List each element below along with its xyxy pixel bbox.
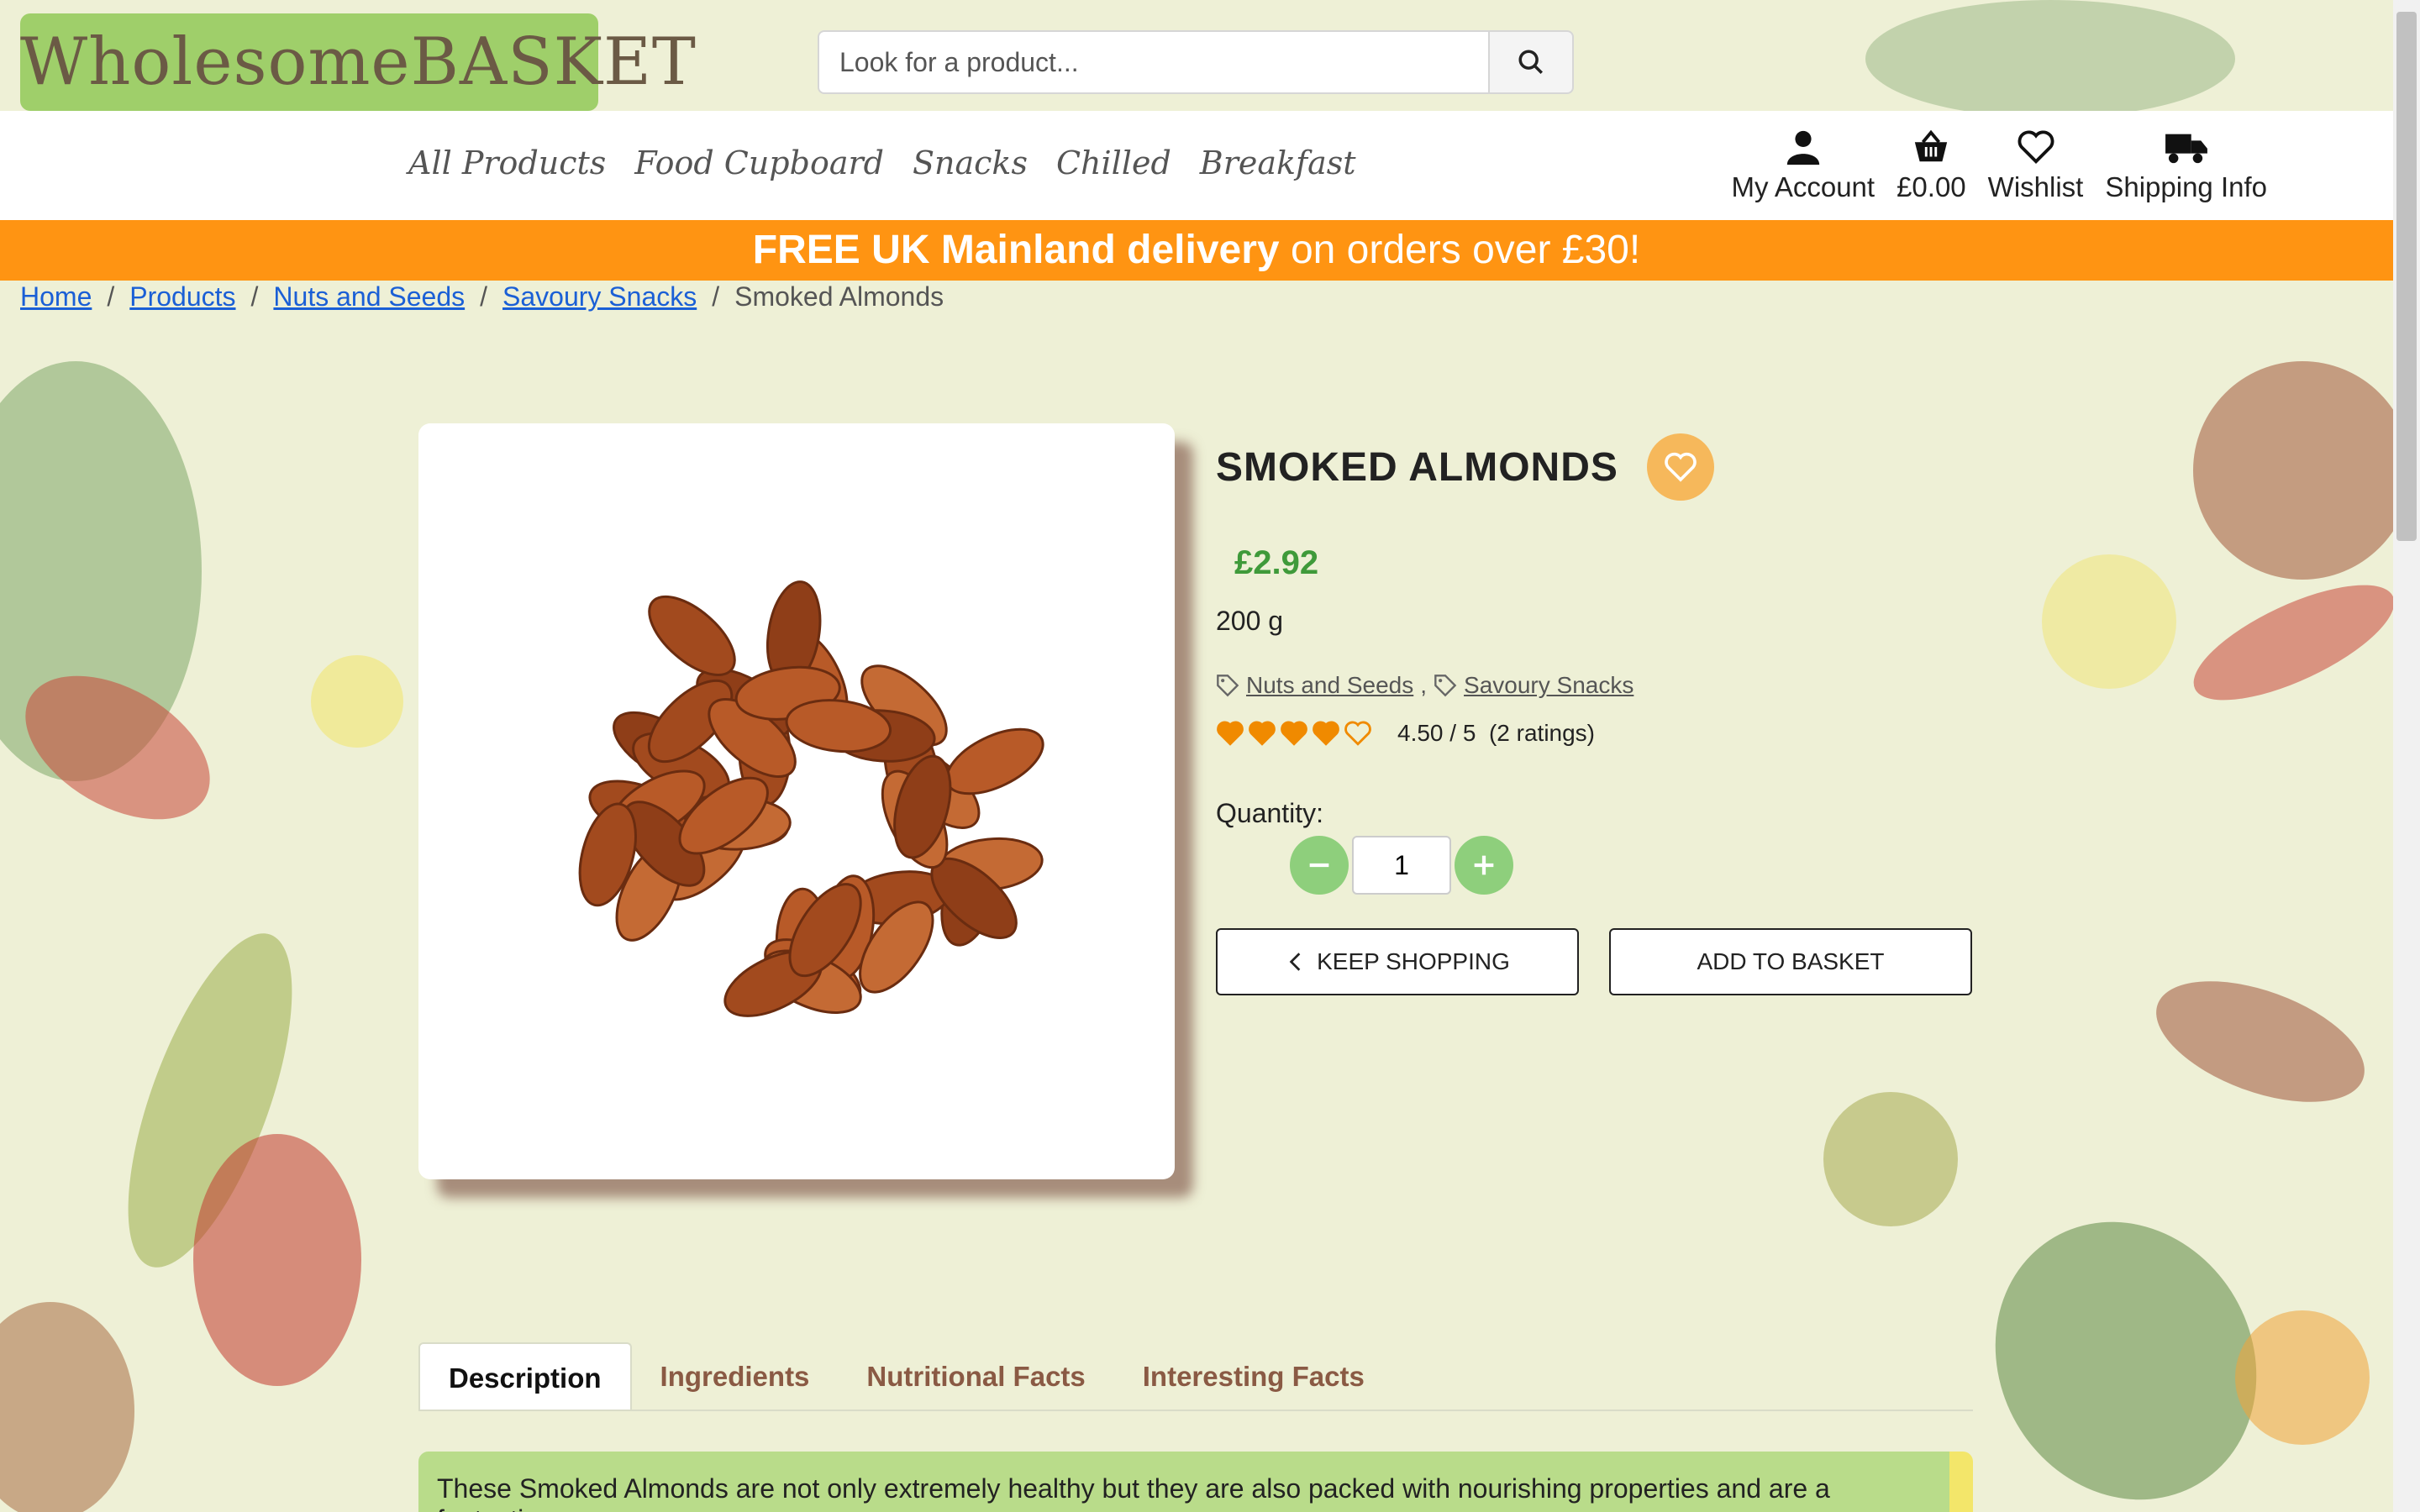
quantity-stepper (1290, 836, 1972, 895)
breadcrumb-products[interactable]: Products (129, 281, 235, 312)
breadcrumb: Home / Products / Nuts and Seeds / Savoury … (20, 281, 944, 312)
my-account-link[interactable]: My Account (1731, 128, 1876, 203)
nav-snacks[interactable]: Snacks (913, 144, 1028, 181)
add-to-basket-label: ADD TO BASKET (1697, 948, 1885, 974)
description-panel: These Smoked Almonds are not only extrem… (418, 1452, 1973, 1512)
promo-highlight: FREE UK Mainland delivery (752, 228, 1280, 272)
product-tags: Nuts and Seeds, Savoury Snacks (1216, 672, 1972, 699)
keep-shopping-button[interactable]: KEEP SHOPPING (1216, 928, 1579, 995)
breadcrumb-sep: / (107, 281, 115, 312)
wishlist-link[interactable]: Wishlist (1987, 128, 2084, 203)
product-title: SMOKED ALMONDS (1216, 444, 1618, 490)
product-size: 200 g (1216, 606, 1284, 636)
heart-filled-icon (1217, 721, 1244, 746)
basket-icon (1915, 129, 1948, 162)
heart-filled-icon (1249, 721, 1276, 746)
tag-icon (1217, 675, 1239, 697)
tab-interesting-facts[interactable]: Interesting Facts (1114, 1342, 1393, 1410)
page-scrollbar[interactable] (2393, 0, 2420, 1512)
breadcrumb-sep: / (250, 281, 259, 312)
promo-banner: FREE UK Mainland delivery on orders over… (0, 220, 2393, 281)
shipping-info-link[interactable]: Shipping Info (2105, 128, 2267, 203)
heart-outline-icon (1344, 721, 1371, 746)
almonds-image (578, 580, 1044, 1017)
shipping-info-label: Shipping Info (2105, 171, 2267, 202)
site-logo[interactable]: WholesomeBASKET (20, 13, 696, 111)
tab-description[interactable]: Description (418, 1342, 632, 1410)
product-tabs: Description Ingredients Nutritional Fact… (418, 1342, 1973, 1411)
tag-separator: , (1420, 672, 1428, 698)
nav-chilled[interactable]: Chilled (1056, 144, 1171, 181)
breadcrumb-savoury-snacks[interactable]: Savoury Snacks (502, 281, 697, 312)
rating-count: (2 ratings) (1488, 720, 1596, 746)
nav-actions: My Account £0.00 Wishlist Shipping Info (1731, 128, 2267, 203)
user-icon (1786, 130, 1819, 165)
wishlist-label: Wishlist (1987, 171, 2084, 202)
heart-filled-icon (1281, 721, 1307, 746)
heart-icon (2018, 130, 2054, 164)
rating-value: 4.50 / 5 (1397, 720, 1476, 746)
quantity-label: Quantity: (1216, 798, 1324, 828)
chevron-left-icon (1289, 953, 1301, 971)
tab-ingredients[interactable]: Ingredients (632, 1342, 839, 1410)
tab-nutritional-facts[interactable]: Nutritional Facts (838, 1342, 1113, 1410)
scrollbar-thumb[interactable] (2396, 12, 2417, 541)
product-info: SMOKED ALMONDS £2.92 200 g Nuts and Seed… (1216, 433, 1972, 995)
rating-hearts (1216, 719, 1372, 748)
search-input[interactable] (818, 30, 1490, 94)
truck-icon (2165, 134, 2207, 164)
minus-icon (1309, 863, 1329, 868)
add-to-wishlist-button[interactable] (1646, 433, 1714, 501)
breadcrumb-home[interactable]: Home (20, 281, 92, 312)
search-button[interactable] (1490, 30, 1574, 94)
breadcrumb-nuts-and-seeds[interactable]: Nuts and Seeds (273, 281, 465, 312)
heart-filled-icon (1313, 721, 1339, 746)
tag-nuts-and-seeds[interactable]: Nuts and Seeds (1246, 672, 1413, 699)
nav-all-products[interactable]: All Products (408, 144, 606, 181)
promo-text: on orders over £30! (1279, 228, 1641, 272)
product-price: £2.92 (1234, 544, 1319, 581)
nav-breakfast[interactable]: Breakfast (1200, 144, 1356, 181)
decrease-quantity-button[interactable] (1290, 836, 1349, 895)
quantity-input[interactable] (1352, 836, 1451, 895)
breadcrumb-sep: / (480, 281, 488, 312)
my-account-label: My Account (1731, 171, 1876, 202)
increase-quantity-button[interactable] (1455, 836, 1513, 895)
search-icon (1518, 50, 1544, 75)
tag-icon (1434, 675, 1457, 697)
add-to-basket-button[interactable]: ADD TO BASKET (1609, 928, 1972, 995)
product-rating: 4.50 / 5 (2 ratings) (1216, 719, 1972, 748)
tag-savoury-snacks[interactable]: Savoury Snacks (1464, 672, 1634, 699)
basket-link[interactable]: £0.00 (1897, 128, 1966, 203)
product-image (418, 423, 1175, 1179)
breadcrumb-current: Smoked Almonds (734, 281, 944, 312)
breadcrumb-sep: / (712, 281, 720, 312)
top-header: WholesomeBASKET (0, 0, 2393, 111)
category-links: All Products Food Cupboard Snacks Chille… (408, 144, 1356, 181)
heart-icon (1665, 452, 1697, 482)
search-form (818, 30, 1574, 94)
page: WholesomeBASKET All Products Food Cupboa… (0, 0, 2393, 1512)
keep-shopping-label: KEEP SHOPPING (1317, 948, 1510, 974)
description-text: These Smoked Almonds are not only extrem… (437, 1473, 1830, 1512)
main-nav: All Products Food Cupboard Snacks Chille… (0, 111, 2393, 220)
nav-food-cupboard[interactable]: Food Cupboard (634, 144, 884, 181)
plus-icon (1474, 855, 1494, 875)
basket-total: £0.00 (1897, 171, 1966, 202)
